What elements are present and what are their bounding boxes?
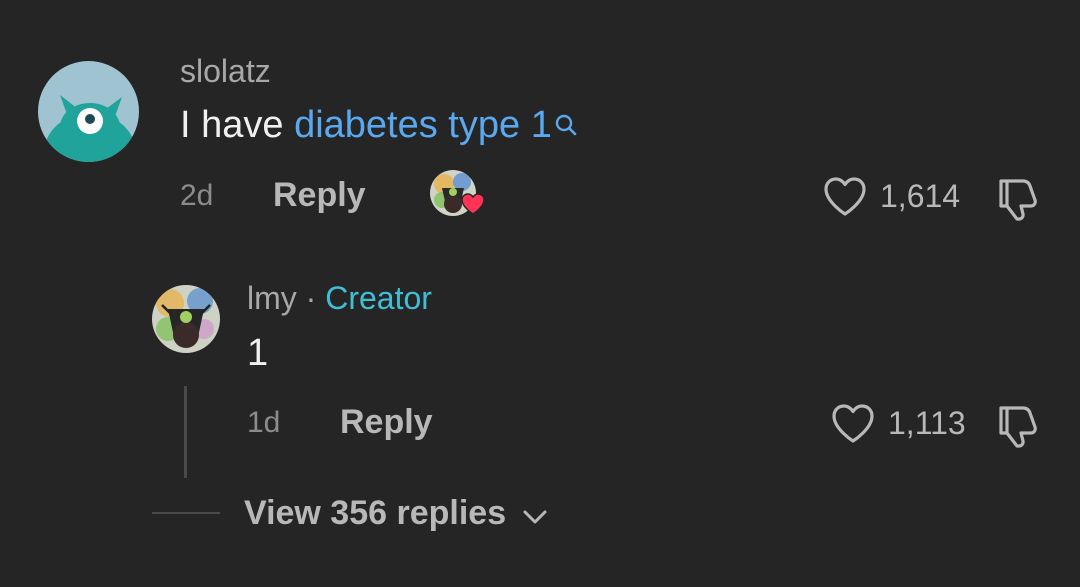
comment-thread: slolatz I have diabetes type 1 2d Reply — [0, 0, 1080, 587]
reply-username[interactable]: lmy — [247, 280, 297, 316]
username-separator: · — [296, 280, 326, 316]
view-replies-button[interactable]: View 356 replies — [244, 496, 548, 532]
monster-avatar-icon — [38, 61, 139, 162]
search-link[interactable]: diabetes type 1 — [294, 104, 552, 146]
creator-liked-badge — [430, 170, 486, 218]
comment-username[interactable]: slolatz — [180, 55, 271, 87]
reply-username-line: lmy · Creator — [247, 282, 432, 314]
reply-time: 1d — [247, 406, 281, 439]
creator-badge: Creator — [325, 280, 432, 316]
avatar-lmy[interactable] — [152, 285, 220, 353]
reply-button[interactable]: Reply — [273, 178, 366, 212]
heart-outline-icon[interactable] — [822, 176, 868, 218]
avatar-slolatz[interactable] — [38, 61, 139, 162]
view-replies-divider — [152, 512, 220, 514]
reply-reply-button[interactable]: Reply — [340, 405, 433, 439]
artwork-avatar-icon — [152, 285, 220, 353]
comment-text-prefix: I have — [180, 104, 295, 146]
like-count: 1,614 — [880, 178, 961, 214]
chevron-down-icon — [522, 498, 548, 532]
heart-badge-icon — [460, 192, 486, 216]
thread-line — [184, 386, 187, 478]
view-replies-label: View 356 replies — [244, 494, 507, 532]
heart-outline-icon[interactable] — [830, 403, 876, 445]
search-icon[interactable] — [554, 106, 578, 144]
thumbs-down-icon[interactable] — [993, 403, 1041, 449]
reply-like-count: 1,113 — [888, 405, 966, 441]
comment-text: I have diabetes type 1 — [180, 106, 578, 144]
thumbs-down-icon[interactable] — [993, 176, 1041, 222]
comment-time: 2d — [180, 179, 214, 212]
reply-text: 1 — [247, 332, 269, 374]
